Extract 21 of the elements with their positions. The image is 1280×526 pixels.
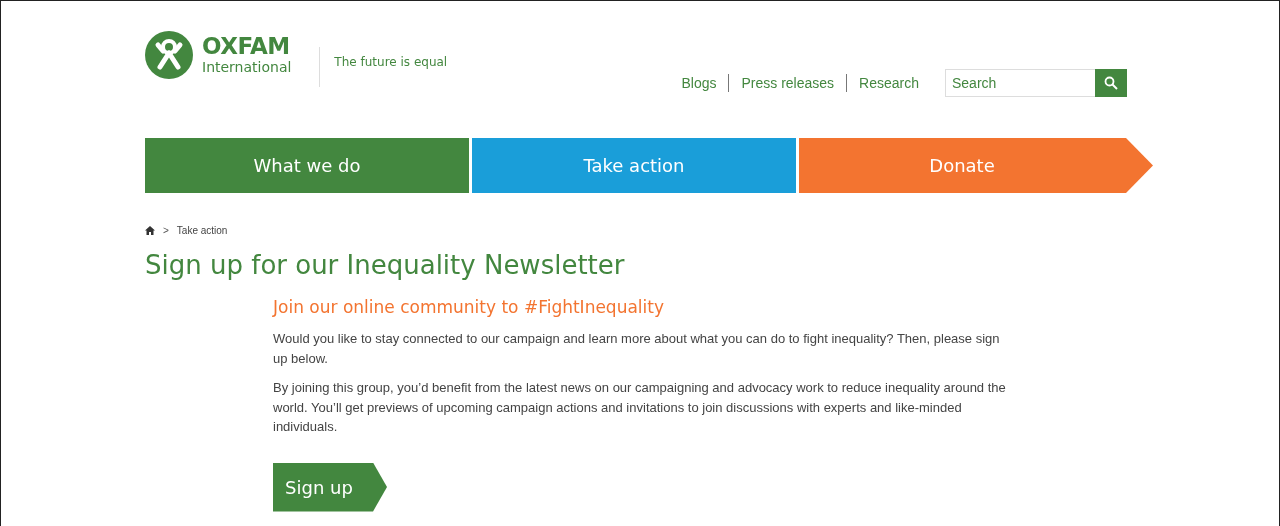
- logo-icon: [145, 31, 193, 79]
- top-link[interactable]: Press releases: [728, 74, 847, 92]
- page-title: Sign up for our Inequality Newsletter: [145, 249, 626, 282]
- logo-name: OXFAM: [202, 34, 291, 58]
- home-icon: [145, 225, 155, 235]
- logo-subtitle: International: [202, 58, 292, 76]
- top-link[interactable]: Research: [846, 74, 931, 92]
- body-paragraph: Would you like to stay connected to our campaign and learn more about what you can do to fight inequality? Then, please sign up below.: [273, 330, 1001, 368]
- breadcrumb-separator: >: [163, 224, 169, 236]
- body-paragraph: By joining this group, you’d benefit from the latest news on our campaigning and advocacy work to reduce inequality around the world. You’ll get previews of upcoming campaign actions and invitations to join discussions with experts and like-minded individuals.: [273, 379, 1007, 436]
- search-field[interactable]: Search: [945, 69, 1095, 97]
- search-button[interactable]: [1095, 69, 1127, 97]
- breadcrumb-link[interactable]: Take action: [176, 224, 228, 236]
- nav-tab[interactable]: What we do: [145, 138, 469, 193]
- section-subtitle: Join our online community to #FightInequality: [273, 296, 666, 319]
- top-link[interactable]: Blogs: [669, 74, 729, 92]
- sign-up-button[interactable]: Sign up: [273, 462, 387, 512]
- nav-tab[interactable]: Donate: [799, 138, 1153, 193]
- tagline: The future is equal: [334, 55, 448, 69]
- nav-tab[interactable]: Take action: [472, 138, 796, 193]
- search-icon: [1104, 76, 1118, 90]
